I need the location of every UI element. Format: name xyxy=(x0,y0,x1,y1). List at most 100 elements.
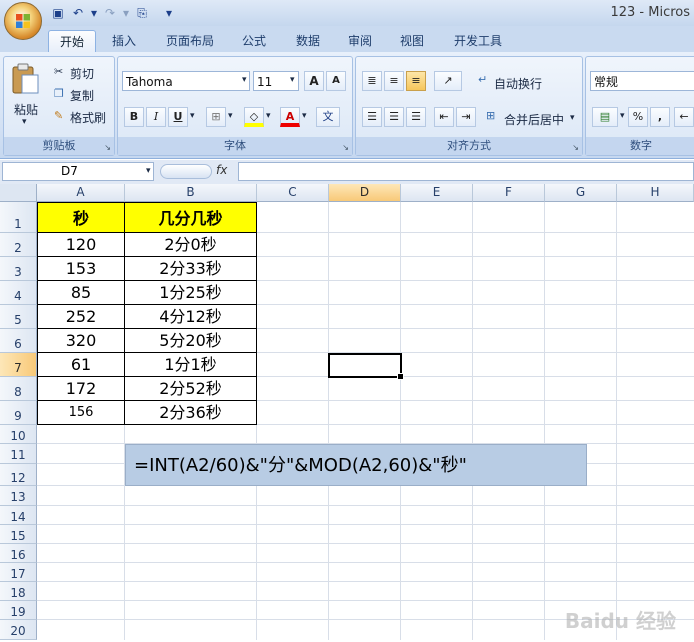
align-top-icon[interactable]: ≣ xyxy=(362,71,382,91)
paste-button[interactable]: 粘贴 xyxy=(14,101,38,118)
chevron-down-icon[interactable]: ▾ xyxy=(22,117,27,127)
table-cell[interactable]: 156 xyxy=(37,401,125,425)
column-header-a[interactable]: A xyxy=(37,184,125,202)
copy-button[interactable]: 复制 xyxy=(70,87,94,104)
chevron-down-icon[interactable]: ▾ xyxy=(266,111,271,121)
row-header[interactable]: 19 xyxy=(0,601,37,620)
table-cell[interactable]: 2分33秒 xyxy=(125,257,257,281)
chevron-down-icon[interactable]: ▾ xyxy=(290,75,295,85)
paste-icon[interactable] xyxy=(10,63,42,95)
print-preview-icon[interactable]: ⎘ xyxy=(134,5,150,21)
column-header-c[interactable]: C xyxy=(257,184,329,202)
currency-icon[interactable]: ▤ xyxy=(592,107,618,127)
column-header-f[interactable]: F xyxy=(473,184,545,202)
italic-button[interactable]: I xyxy=(146,107,166,127)
office-button[interactable] xyxy=(4,2,42,40)
row-header[interactable]: 15 xyxy=(0,525,37,544)
orientation-icon[interactable]: ↗ xyxy=(434,71,462,91)
column-header-e[interactable]: E xyxy=(401,184,473,202)
row-header[interactable]: 9 xyxy=(0,401,37,425)
table-cell[interactable]: 85 xyxy=(37,281,125,305)
row-header[interactable]: 3 xyxy=(0,257,37,281)
column-header-d[interactable]: D xyxy=(329,184,401,202)
table-header-min-sec[interactable]: 几分几秒 xyxy=(125,202,257,233)
shrink-font-button[interactable]: A xyxy=(326,71,346,91)
dialog-launcher-icon[interactable]: ↘ xyxy=(342,143,349,152)
row-header[interactable]: 16 xyxy=(0,544,37,563)
percent-button[interactable]: % xyxy=(628,107,648,127)
dropdown-icon[interactable]: ▾ xyxy=(122,5,130,21)
font-color-button[interactable]: A xyxy=(280,107,300,127)
table-cell[interactable]: 2分0秒 xyxy=(125,233,257,257)
chevron-down-icon[interactable]: ▾ xyxy=(570,113,575,123)
chevron-down-icon[interactable]: ▾ xyxy=(146,166,151,176)
formula-text-box[interactable]: =INT(A2/60)&"分"&MOD(A2,60)&"秒" xyxy=(125,444,587,486)
customize-qat-icon[interactable]: ▾ xyxy=(164,5,174,21)
column-header-b[interactable]: B xyxy=(125,184,257,202)
align-right-icon[interactable]: ☰ xyxy=(406,107,426,127)
chevron-down-icon[interactable]: ▾ xyxy=(228,111,233,121)
column-header-h[interactable]: H xyxy=(617,184,694,202)
table-cell[interactable]: 2分36秒 xyxy=(125,401,257,425)
row-header[interactable]: 12 xyxy=(0,464,37,486)
table-cell[interactable]: 5分20秒 xyxy=(125,329,257,353)
table-cell[interactable]: 2分52秒 xyxy=(125,377,257,401)
align-left-icon[interactable]: ☰ xyxy=(362,107,382,127)
tab-insert[interactable]: 插入 xyxy=(104,30,144,52)
row-header[interactable]: 1 xyxy=(0,202,37,233)
wrap-text-button[interactable]: 自动换行 xyxy=(494,75,542,92)
borders-icon[interactable]: ⊞ xyxy=(206,107,226,127)
table-cell[interactable]: 4分12秒 xyxy=(125,305,257,329)
table-cell[interactable]: 120 xyxy=(37,233,125,257)
phonetic-button[interactable]: 文 xyxy=(316,107,340,127)
dialog-launcher-icon[interactable]: ↘ xyxy=(572,143,579,152)
active-cell-d7[interactable] xyxy=(328,353,404,380)
redo-icon[interactable]: ↷ xyxy=(102,5,118,21)
chevron-down-icon[interactable]: ▾ xyxy=(620,111,625,121)
grow-font-button[interactable]: A xyxy=(304,71,324,91)
table-header-seconds[interactable]: 秒 xyxy=(37,202,125,233)
chevron-down-icon[interactable]: ▾ xyxy=(302,111,307,121)
formula-input[interactable] xyxy=(238,162,694,181)
save-icon[interactable]: ▣ xyxy=(50,5,66,21)
row-header[interactable]: 20 xyxy=(0,620,37,640)
increase-indent-icon[interactable]: ⇥ xyxy=(456,107,476,127)
font-name-select[interactable]: Tahoma xyxy=(122,71,250,91)
table-cell[interactable]: 172 xyxy=(37,377,125,401)
underline-button[interactable]: U xyxy=(168,107,188,127)
tab-review[interactable]: 审阅 xyxy=(342,30,378,52)
row-header[interactable]: 5 xyxy=(0,305,37,329)
tab-formulas[interactable]: 公式 xyxy=(236,30,272,52)
number-format-select[interactable]: 常规 xyxy=(590,71,694,91)
tab-page-layout[interactable]: 页面布局 xyxy=(158,30,222,52)
format-painter-button[interactable]: 格式刷 xyxy=(70,109,106,126)
row-header[interactable]: 4 xyxy=(0,281,37,305)
table-cell[interactable]: 153 xyxy=(37,257,125,281)
row-header[interactable]: 14 xyxy=(0,506,37,525)
chevron-down-icon[interactable]: ▾ xyxy=(190,111,195,121)
increase-decimal-icon[interactable]: ← xyxy=(674,107,694,127)
tab-view[interactable]: 视图 xyxy=(394,30,430,52)
insert-function-icon[interactable]: fx xyxy=(216,163,227,177)
table-cell[interactable]: 1分25秒 xyxy=(125,281,257,305)
tab-data[interactable]: 数据 xyxy=(290,30,326,52)
decrease-indent-icon[interactable]: ⇤ xyxy=(434,107,454,127)
table-cell[interactable]: 1分1秒 xyxy=(125,353,257,377)
row-header[interactable]: 18 xyxy=(0,582,37,601)
column-header-g[interactable]: G xyxy=(545,184,617,202)
dialog-launcher-icon[interactable]: ↘ xyxy=(104,143,111,152)
merge-center-button[interactable]: 合并后居中 xyxy=(504,111,564,128)
row-header[interactable]: 11 xyxy=(0,444,37,464)
tab-home[interactable]: 开始 xyxy=(48,30,96,53)
chevron-down-icon[interactable]: ▾ xyxy=(242,75,247,85)
align-middle-icon[interactable]: ≡ xyxy=(384,71,404,91)
formula-bar-splitter[interactable] xyxy=(160,164,212,179)
undo-icon[interactable]: ↶ xyxy=(70,5,86,21)
name-box[interactable]: D7 xyxy=(2,162,154,181)
table-cell[interactable]: 61 xyxy=(37,353,125,377)
cut-button[interactable]: 剪切 xyxy=(70,65,94,82)
comma-button[interactable]: , xyxy=(650,107,670,127)
bold-button[interactable]: B xyxy=(124,107,144,127)
row-header[interactable]: 2 xyxy=(0,233,37,257)
align-center-icon[interactable]: ☰ xyxy=(384,107,404,127)
